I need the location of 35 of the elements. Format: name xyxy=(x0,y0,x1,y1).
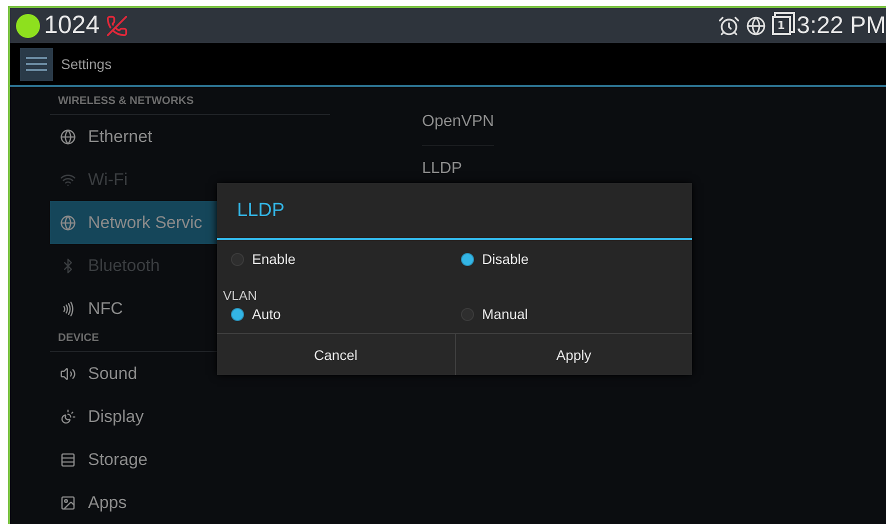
settings-app-icon[interactable] xyxy=(20,48,53,80)
radio-icon[interactable] xyxy=(231,308,244,320)
radio-option[interactable]: Manual xyxy=(447,303,692,325)
option-label: Disable xyxy=(482,251,529,267)
radio-icon[interactable] xyxy=(461,252,474,266)
dialog-button[interactable]: Apply xyxy=(454,334,692,375)
dialog-button[interactable]: Cancel xyxy=(217,334,454,375)
dialog-title: LLDP xyxy=(217,183,692,240)
option-label: Manual xyxy=(482,306,528,322)
option-label: Auto xyxy=(252,306,281,322)
globe-icon xyxy=(746,16,766,36)
item-icon xyxy=(60,452,76,468)
hang-up-icon xyxy=(106,14,128,36)
group-label: VLAN xyxy=(222,288,258,303)
sidebar-item[interactable]: Display xyxy=(50,395,320,438)
item-icon xyxy=(60,128,76,144)
item-icon xyxy=(60,494,76,510)
option-label: Enable xyxy=(252,251,296,267)
alarm-icon xyxy=(718,14,740,36)
radio-option[interactable]: Enable xyxy=(217,248,447,270)
item-icon xyxy=(60,408,76,424)
sidebar-item[interactable]: Ethernet xyxy=(50,115,320,158)
status-dot xyxy=(16,14,40,38)
extension-number: 1024 xyxy=(44,11,100,40)
app-title: Settings xyxy=(61,56,112,72)
item-icon xyxy=(60,366,76,382)
radio-option[interactable]: Auto xyxy=(217,303,447,325)
item-icon xyxy=(60,172,76,188)
radio-option[interactable]: Disable xyxy=(447,248,692,270)
sidebar-item[interactable]: Storage xyxy=(50,438,320,481)
settings-entry[interactable]: OpenVPN xyxy=(422,99,494,146)
item-icon xyxy=(60,214,76,230)
sidebar-item[interactable]: Apps xyxy=(50,481,320,524)
clock: 3:22 PM xyxy=(796,12,886,40)
section-header: WIRELESS & NETWORKS xyxy=(50,93,330,115)
